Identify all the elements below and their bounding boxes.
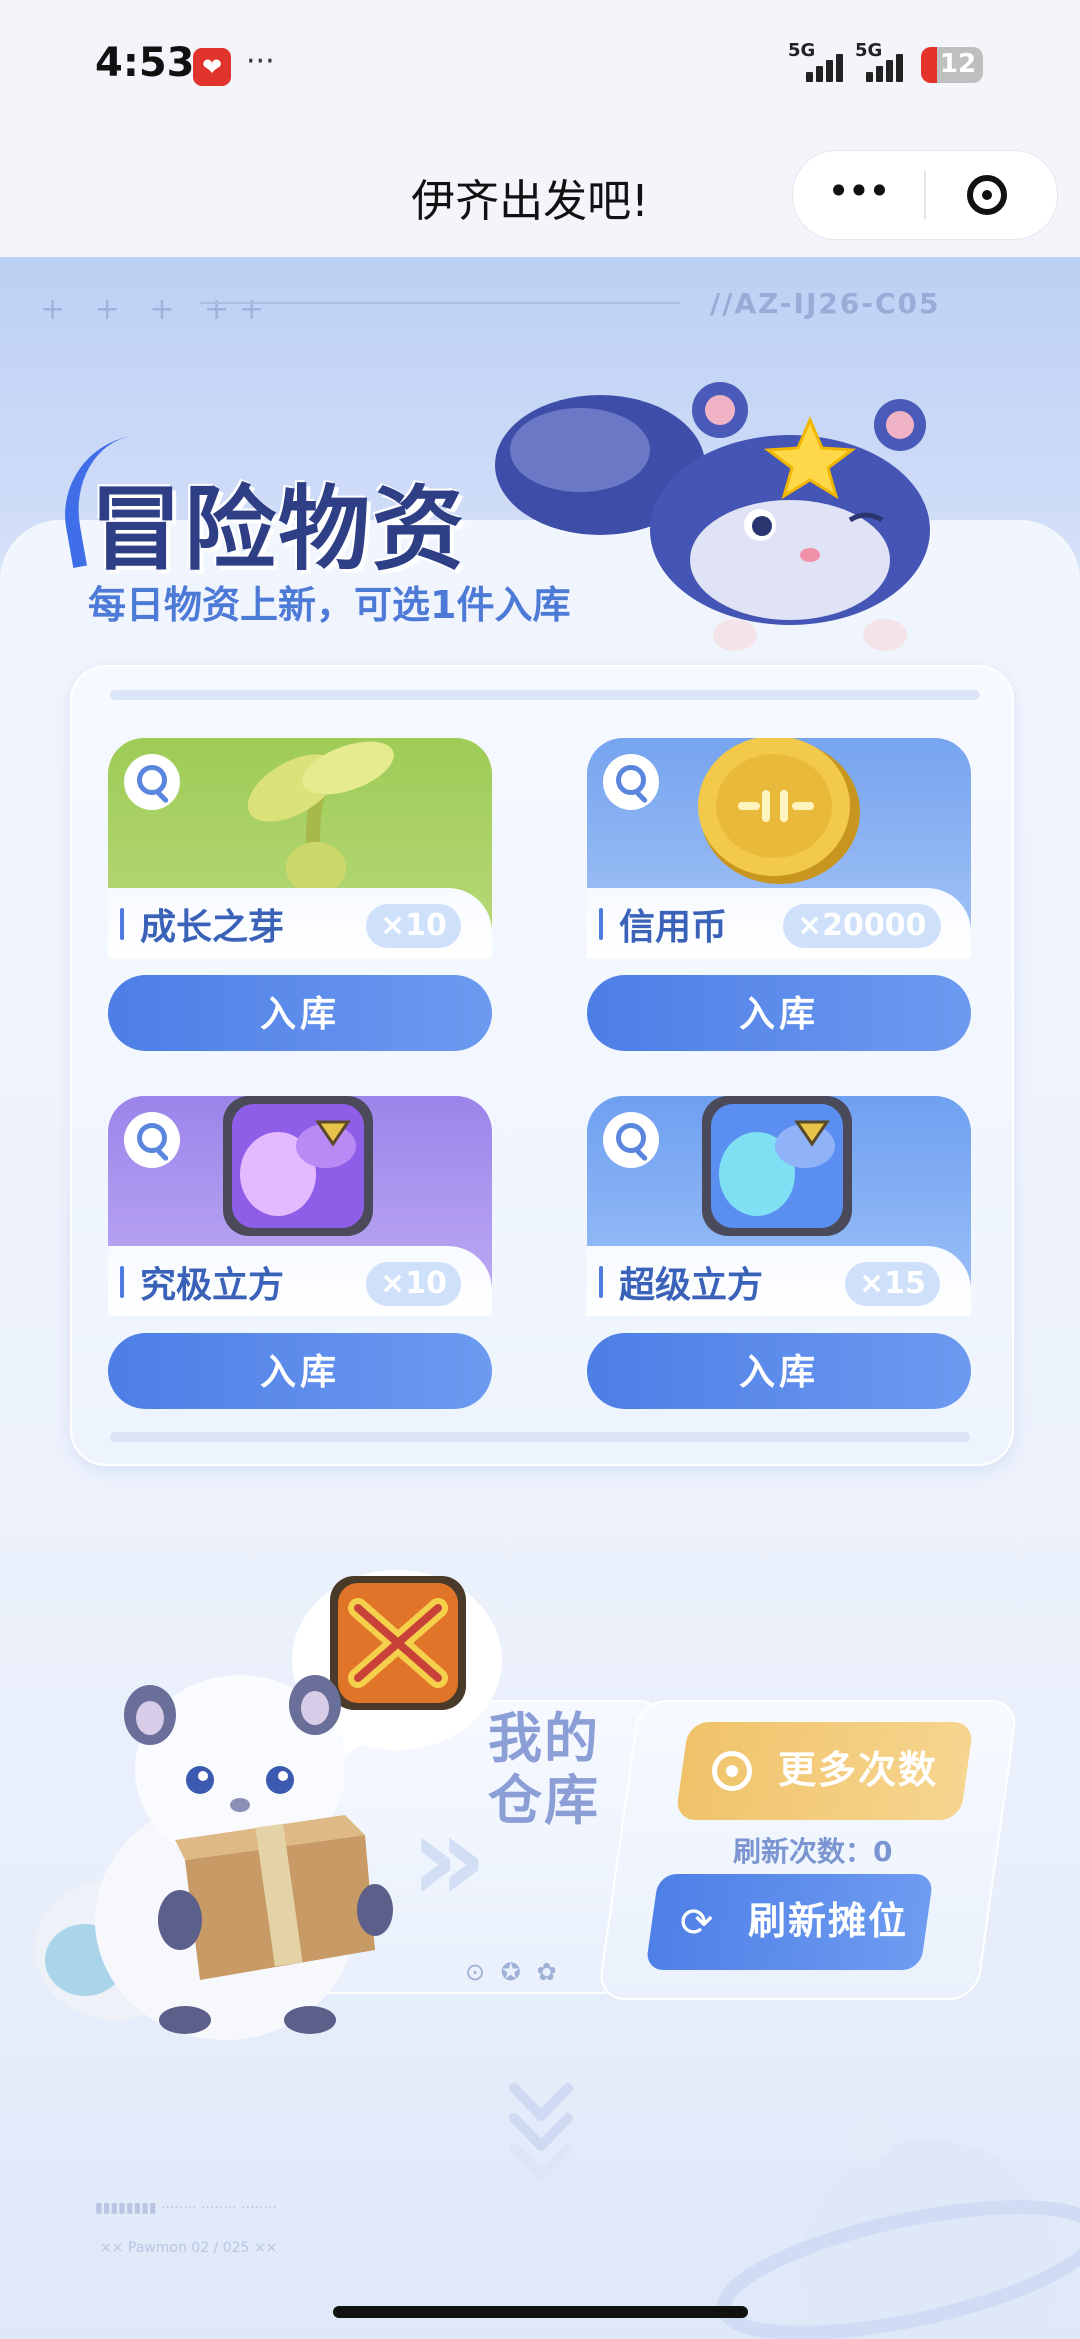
label-accent-bar [120, 1266, 124, 1298]
ferret-mascot-icon [35, 1675, 393, 2040]
footer-series-text: ×× Pawmon 02 / 025 ×× [100, 2240, 278, 2256]
status-more-icon: ··· [246, 44, 275, 79]
coin-icon [698, 738, 860, 884]
label-accent-bar [599, 1266, 603, 1298]
zoom-icon[interactable] [124, 1112, 180, 1168]
item-card-coin[interactable]: 信用币 ×20000 [587, 738, 971, 958]
super-cube-icon [702, 1096, 852, 1236]
item-quantity-badge: ×20000 [783, 904, 941, 948]
refresh-stall-button[interactable]: ⟳ 刷新摊位 [645, 1874, 934, 1970]
item-quantity-badge: ×10 [366, 904, 461, 948]
status-time: 4:53 [95, 40, 195, 86]
label-accent-bar [599, 908, 603, 940]
section-title: 冒险物资 [90, 476, 467, 583]
item-card-sprout[interactable]: 成长之芽 ×10 [108, 738, 492, 958]
ultimate-cube-icon [223, 1096, 373, 1236]
hero-deco-marks: + + + ++ [40, 292, 275, 327]
item-card-super-cube[interactable]: 超级立方 ×15 [587, 1096, 971, 1316]
item-name: 成长之芽 [140, 907, 285, 948]
close-miniprogram-button[interactable] [967, 175, 1007, 215]
status-bar: 4:53 ❤ ··· 5G 5G 12 [0, 0, 1080, 135]
app-notification-icon: ❤ [193, 48, 231, 86]
signal-strength-icon-1 [806, 52, 852, 82]
refresh-stall-label: 刷新摊位 [748, 1901, 909, 1943]
refresh-icon: ⟳ [679, 1901, 714, 1945]
planet-deco-icon [716, 2118, 1080, 2339]
refresh-count-text: 刷新次数：0 [733, 1835, 893, 1868]
store-button-super-cube[interactable]: 入库 [587, 1333, 971, 1409]
more-options-button[interactable]: ••• [823, 151, 893, 239]
home-indicator[interactable] [333, 2306, 748, 2318]
item-name: 究极立方 [140, 1265, 285, 1306]
sprout-icon [247, 741, 394, 895]
item-quantity-badge: ×10 [366, 1262, 461, 1306]
label-accent-bar [120, 908, 124, 940]
nav-bar: 伊齐出发吧! ••• [0, 135, 1080, 257]
miniprogram-capsule: ••• [792, 150, 1058, 240]
warehouse-deco-icons: ⊙ ✪ ✿ [465, 1958, 561, 1986]
board-bottom-strip [110, 1432, 970, 1442]
my-warehouse-title[interactable]: 我的仓库 [488, 1708, 608, 1832]
store-button-ultimate-cube[interactable]: 入库 [108, 1333, 492, 1409]
battery-icon: 12 [921, 47, 983, 83]
hero-deco-line [200, 302, 680, 304]
warehouse-arrow-icon: » [410, 1790, 488, 1929]
target-icon [712, 1751, 752, 1791]
store-button-sprout[interactable]: 入库 [108, 975, 492, 1051]
scroll-down-chevron-icon[interactable] [506, 2078, 576, 2188]
item-quantity-badge: ×15 [845, 1262, 940, 1306]
item-card-ultimate-cube[interactable]: 究极立方 ×10 [108, 1096, 492, 1316]
zoom-icon[interactable] [603, 1112, 659, 1168]
more-times-button[interactable]: 更多次数 [675, 1722, 974, 1820]
squirrel-mascot-icon [495, 382, 930, 651]
battery-level: 12 [939, 49, 977, 79]
more-times-label: 更多次数 [778, 1750, 939, 1792]
zoom-icon[interactable] [603, 754, 659, 810]
footer-barcode-text: ▮▮▮▮▮▮▮▮ ········ ········ ········ [95, 2200, 277, 2216]
zoom-icon[interactable] [124, 754, 180, 810]
item-name: 超级立方 [619, 1265, 764, 1306]
signal-strength-icon-2 [866, 52, 912, 82]
board-top-strip [110, 690, 980, 700]
capsule-divider [924, 171, 926, 219]
store-button-coin[interactable]: 入库 [587, 975, 971, 1051]
item-name: 信用币 [619, 907, 728, 948]
hero-code-text: //AZ-IJ26-C05 [710, 287, 941, 320]
